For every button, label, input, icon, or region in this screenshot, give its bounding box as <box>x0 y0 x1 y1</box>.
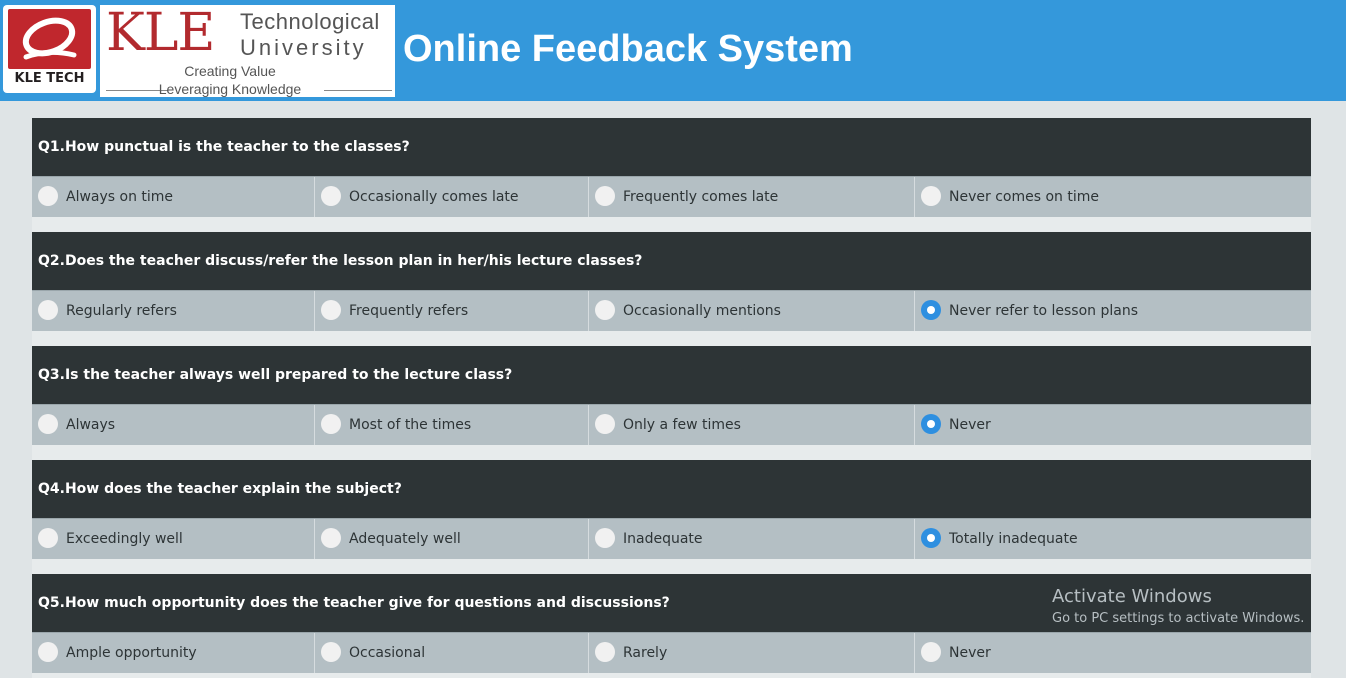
answer-options: Always Most of the times Only a few times N… <box>32 404 1311 445</box>
option-label: Occasionally mentions <box>623 303 781 319</box>
answer-option[interactable]: Totally inadequate <box>915 519 1311 559</box>
question-text: Q4.How does the teacher explain the subj… <box>32 460 1311 518</box>
radio-button[interactable] <box>921 414 941 434</box>
answer-option[interactable]: Never <box>915 633 1311 673</box>
watermark-line1: Activate Windows <box>1052 586 1212 607</box>
option-label: Frequently refers <box>349 303 469 319</box>
option-label: Totally inadequate <box>949 531 1078 547</box>
answer-option[interactable]: Always <box>32 405 315 445</box>
answer-option[interactable]: Occasional <box>315 633 589 673</box>
activate-windows-watermark: Activate Windows Go to PC settings to ac… <box>1052 586 1304 626</box>
answer-option[interactable]: Regularly refers <box>32 291 315 331</box>
option-label: Never comes on time <box>949 189 1099 205</box>
option-label: Adequately well <box>349 531 461 547</box>
radio-button[interactable] <box>321 642 341 662</box>
question-text: Q3.Is the teacher always well prepared t… <box>32 346 1311 404</box>
radio-button[interactable] <box>595 414 615 434</box>
option-label: Inadequate <box>623 531 703 547</box>
option-label: Exceedingly well <box>66 531 183 547</box>
radio-button[interactable] <box>321 300 341 320</box>
option-label: Frequently comes late <box>623 189 779 205</box>
question-text: Q2.Does the teacher discuss/refer the le… <box>32 232 1311 290</box>
option-label: Rarely <box>623 645 668 661</box>
option-label: Most of the times <box>349 417 472 433</box>
radio-button[interactable] <box>595 642 615 662</box>
answer-option[interactable]: Never <box>915 405 1311 445</box>
answer-option[interactable]: Rarely <box>589 633 915 673</box>
option-label: Only a few times <box>623 417 741 433</box>
answer-option[interactable]: Adequately well <box>315 519 589 559</box>
brand-tagline1: Creating Value <box>184 63 276 79</box>
answer-option[interactable]: Occasionally mentions <box>589 291 915 331</box>
radio-button[interactable] <box>595 528 615 548</box>
answer-options: Regularly refers Frequently refers Occasio… <box>32 290 1311 331</box>
option-label: Occasional <box>349 645 426 661</box>
answer-option[interactable]: Never refer to lesson plans <box>915 291 1311 331</box>
answer-option[interactable]: Inadequate <box>589 519 915 559</box>
question-text: Q1.How punctual is the teacher to the cl… <box>32 118 1311 176</box>
university-brand: KLE Technological University Creating Va… <box>100 3 395 97</box>
option-label: Regularly refers <box>66 303 177 319</box>
brand-tagline2: Leveraging Knowledge <box>158 81 302 97</box>
brand-divider-right <box>324 90 392 91</box>
option-label: Always on time <box>66 189 174 205</box>
answer-option[interactable]: Most of the times <box>315 405 589 445</box>
app-header: KLE TECH KLE Technological University Cr… <box>0 0 1346 101</box>
answer-options: Exceedingly well Adequately well Inadequat… <box>32 518 1311 559</box>
answer-option[interactable]: Never comes on time <box>915 177 1311 217</box>
answer-option[interactable]: Exceedingly well <box>32 519 315 559</box>
brand-line1: Technological <box>240 9 380 34</box>
radio-button[interactable] <box>321 414 341 434</box>
watermark-line2: Go to PC settings to activate Windows. <box>1052 611 1305 626</box>
brand-line2: University <box>240 35 367 60</box>
radio-button[interactable] <box>921 186 941 206</box>
option-label: Never refer to lesson plans <box>949 303 1139 319</box>
option-label: Always <box>66 417 116 433</box>
radio-button[interactable] <box>595 300 615 320</box>
kle-emblem-icon <box>8 9 91 69</box>
radio-button[interactable] <box>595 186 615 206</box>
option-label: Occasionally comes late <box>349 189 519 205</box>
answer-options: Ample opportunity Occasional Rarely Never <box>32 632 1311 673</box>
answer-option[interactable]: Always on time <box>32 177 315 217</box>
radio-button[interactable] <box>38 300 58 320</box>
option-label: Ample opportunity <box>66 645 197 661</box>
answer-option[interactable]: Ample opportunity <box>32 633 315 673</box>
radio-button[interactable] <box>921 300 941 320</box>
radio-button[interactable] <box>921 528 941 548</box>
kle-tech-logo: KLE TECH <box>3 5 96 93</box>
option-label: Never <box>949 645 991 661</box>
answer-options: Always on time Occasionally comes late Fre… <box>32 176 1311 217</box>
logo-caption: KLE TECH <box>14 71 85 86</box>
answer-option[interactable]: Frequently refers <box>315 291 589 331</box>
answer-option[interactable]: Frequently comes late <box>589 177 915 217</box>
radio-button[interactable] <box>921 642 941 662</box>
radio-button[interactable] <box>38 642 58 662</box>
radio-button[interactable] <box>38 528 58 548</box>
radio-button[interactable] <box>38 414 58 434</box>
brand-kle: KLE <box>106 3 215 63</box>
radio-button[interactable] <box>321 528 341 548</box>
page-title: Online Feedback System <box>403 28 853 70</box>
radio-button[interactable] <box>38 186 58 206</box>
answer-option[interactable]: Only a few times <box>589 405 915 445</box>
option-label: Never <box>949 417 991 433</box>
radio-button[interactable] <box>321 186 341 206</box>
answer-option[interactable]: Occasionally comes late <box>315 177 589 217</box>
